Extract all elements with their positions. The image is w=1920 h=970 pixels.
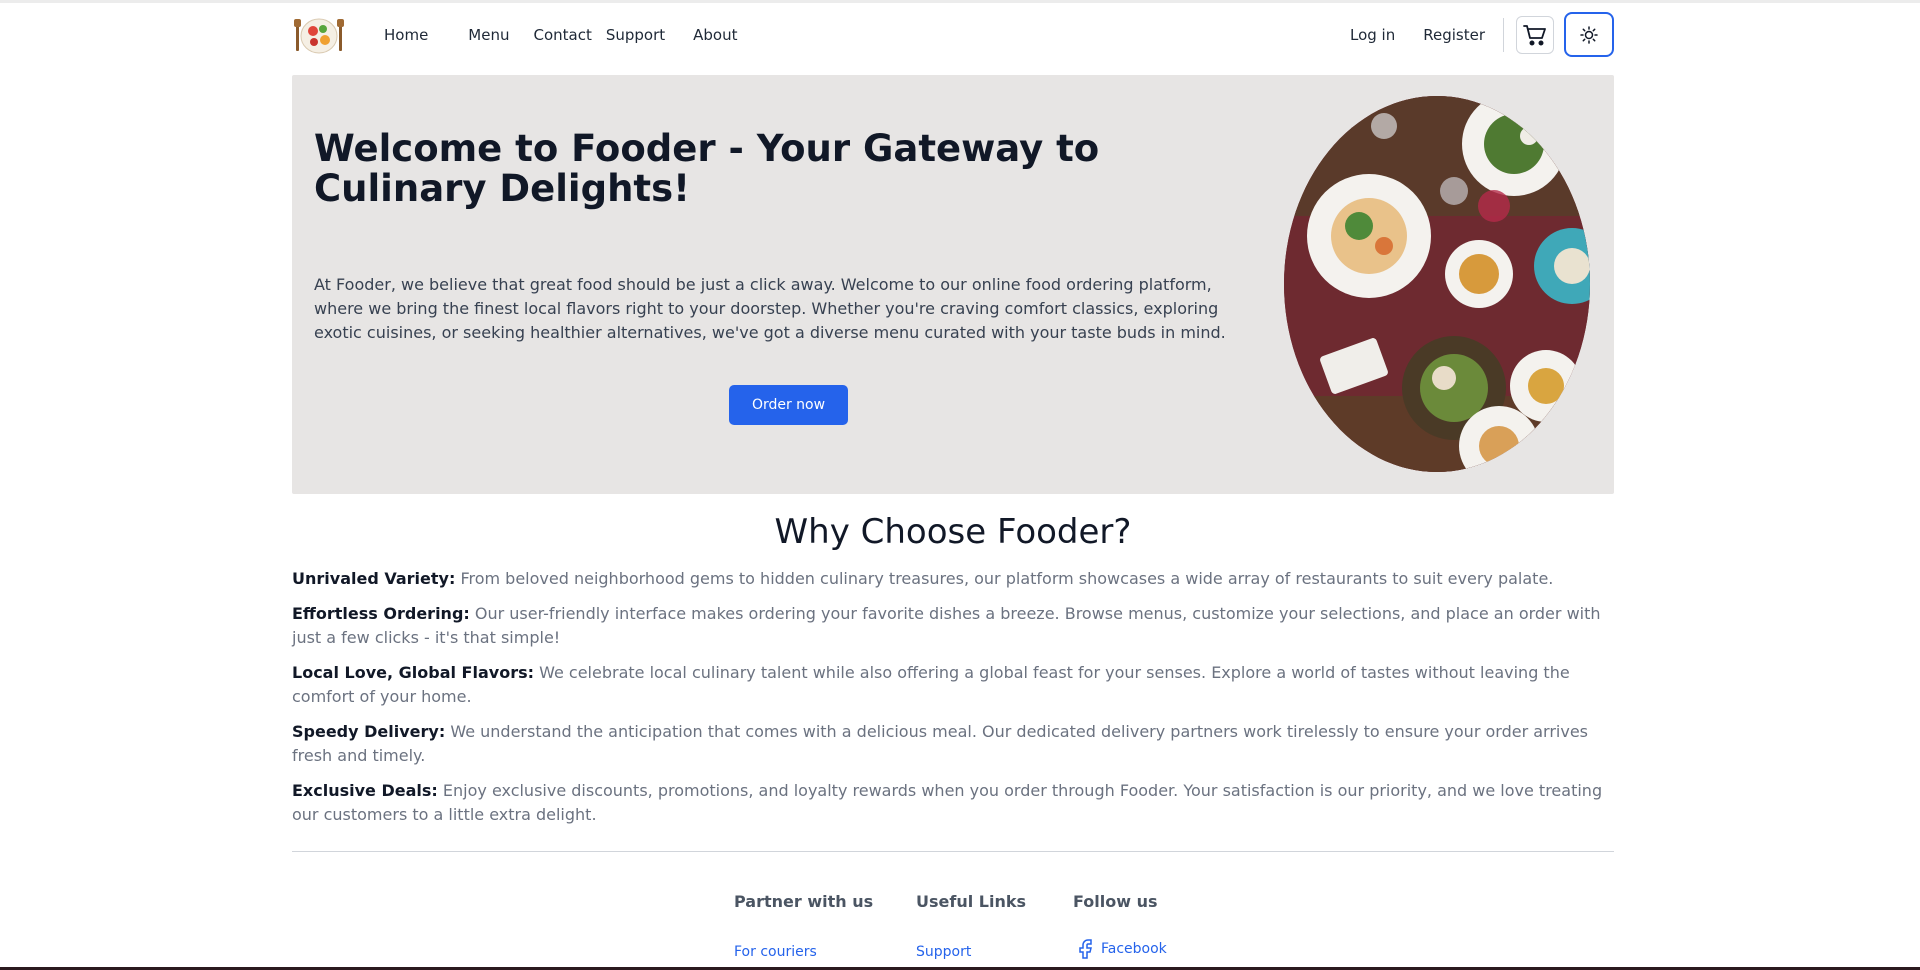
cart-icon — [1523, 24, 1546, 45]
nav-link-contact[interactable]: Contact — [533, 26, 591, 44]
feature-item: Local Love, Global Flavors: We celebrate… — [292, 661, 1614, 709]
order-now-button[interactable]: Order now — [729, 385, 848, 425]
feature-label: Effortless Ordering: — [292, 604, 470, 623]
nav-links: Home Menu Contact Support About — [384, 12, 738, 57]
hero-title: Welcome to Fooder - Your Gateway to Culi… — [314, 127, 1100, 210]
feature-label: Speedy Delivery: — [292, 722, 446, 741]
for-couriers-link[interactable]: For couriers — [734, 944, 817, 960]
register-link[interactable]: Register — [1423, 26, 1485, 44]
hero-text: At Fooder, we believe that great food sh… — [314, 275, 1226, 342]
nav-link-home[interactable]: Home — [384, 26, 428, 44]
top-border — [0, 0, 1920, 3]
feature-item: Exclusive Deals: Enjoy exclusive discoun… — [292, 779, 1614, 827]
nav-right: Log in Register — [1350, 12, 1614, 57]
footer-useful-column: Useful Links Support — [916, 892, 1026, 960]
feature-label: Exclusive Deals: — [292, 781, 438, 800]
footer-useful-heading: Useful Links — [916, 892, 1027, 911]
cart-button[interactable] — [1516, 15, 1554, 54]
features-list: Unrivaled Variety: From beloved neighbor… — [292, 567, 1614, 838]
theme-toggle-button[interactable] — [1564, 12, 1614, 57]
feature-label: Unrivaled Variety: — [292, 569, 456, 588]
hero-food-image — [1284, 96, 1590, 472]
feature-label: Local Love, Global Flavors: — [292, 663, 534, 682]
nav-link-about[interactable]: About — [693, 26, 737, 44]
footer-follow-column: Follow us Facebook — [1073, 892, 1167, 959]
nav-link-menu[interactable]: Menu — [468, 26, 509, 44]
facebook-icon — [1079, 939, 1092, 959]
nav-link-support[interactable]: Support — [606, 26, 665, 44]
feature-text: Our user-friendly interface makes orderi… — [292, 604, 1601, 647]
footer-partner-heading: Partner with us — [734, 892, 874, 911]
why-choose-title: Why Choose Fooder? — [774, 512, 1132, 552]
footer-follow-heading: Follow us — [1073, 892, 1158, 911]
login-link[interactable]: Log in — [1350, 26, 1395, 44]
footer-divider — [292, 851, 1614, 852]
feature-item: Unrivaled Variety: From beloved neighbor… — [292, 567, 1614, 591]
food-plate-logo-icon[interactable] — [292, 15, 346, 55]
feature-text: We understand the anticipation that come… — [292, 722, 1589, 765]
nav-divider — [1503, 17, 1504, 52]
feature-item: Speedy Delivery: We understand the antic… — [292, 720, 1614, 768]
feature-item: Effortless Ordering: Our user-friendly i… — [292, 602, 1614, 650]
facebook-link-row[interactable]: Facebook — [1073, 939, 1167, 959]
navbar: Home Menu Contact Support About Log in R… — [292, 12, 1614, 57]
facebook-link[interactable]: Facebook — [1101, 941, 1167, 957]
feature-text: Enjoy exclusive discounts, promotions, a… — [292, 781, 1603, 824]
hero-section: Welcome to Fooder - Your Gateway to Culi… — [292, 75, 1614, 494]
footer-partner-column: Partner with us For couriers — [734, 892, 873, 960]
sun-icon — [1580, 25, 1598, 44]
feature-text: From beloved neighborhood gems to hidden… — [455, 569, 1554, 588]
footer-support-link[interactable]: Support — [916, 944, 971, 960]
